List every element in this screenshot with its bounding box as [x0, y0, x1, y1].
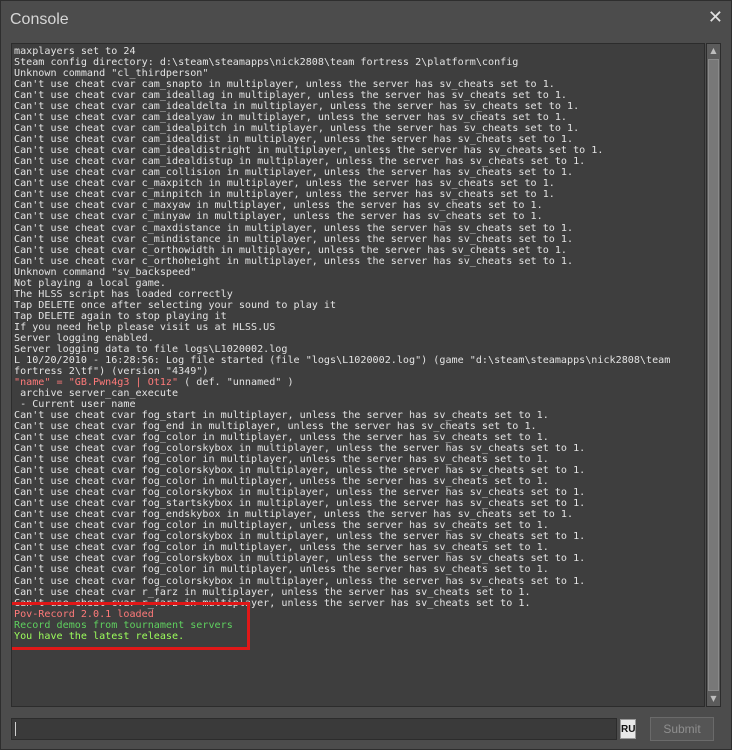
scroll-thumb[interactable] — [708, 59, 719, 691]
console-line: Can't use cheat cvar fog_colorskybox in … — [14, 575, 586, 587]
text-caret — [15, 722, 16, 736]
language-indicator: RU — [620, 719, 636, 739]
console-line: Can't use cheat cvar c_maxpitch in multi… — [14, 178, 555, 190]
console-line: Can't use cheat cvar c_orthowidth in mul… — [14, 244, 568, 256]
console-line: Can't use cheat cvar c_maxdistance in mu… — [14, 222, 574, 234]
console-line: "name" = "GB.Pwn4g3 | Ot1z" ( def. "unna… — [14, 377, 670, 388]
console-line: Can't use cheat cvar fog_start in multip… — [14, 410, 549, 422]
console-line: Can't use cheat cvar cam_idealpitch in m… — [14, 123, 580, 135]
console-line: Tap DELETE again to stop playing it — [14, 310, 227, 322]
console-line: Can't use cheat cvar c_mindistance in mu… — [14, 233, 574, 245]
scroll-down-icon[interactable]: ▼ — [707, 692, 720, 706]
console-line: maxplayers set to 24 — [14, 46, 136, 57]
console-line: Tap DELETE once after selecting your sou… — [14, 299, 337, 311]
console-line: Can't use cheat cvar cam_ideallag in mul… — [14, 90, 568, 102]
console-line: Can't use cheat cvar c_orthoheight in mu… — [14, 255, 574, 267]
console-line: If you need help please visit us at HLSS… — [14, 321, 276, 333]
console-line: Steam config directory: d:\steam\steamap… — [14, 57, 519, 69]
console-line: Can't use cheat cvar fog_startskybox in … — [14, 498, 586, 510]
console-line: Can't use cheat cvar fog_color in multip… — [14, 454, 549, 466]
console-line: Can't use cheat cvar cam_idealdistup in … — [14, 156, 586, 168]
console-line: Can't use cheat cvar fog_colorskybox in … — [14, 531, 586, 543]
window-title: Console — [10, 11, 69, 28]
console-line: Not playing a local game. — [14, 277, 166, 289]
console-line: Can't use cheat cvar c_minpitch in multi… — [14, 189, 555, 201]
console-line: Can't use cheat cvar fog_colorskybox in … — [14, 465, 586, 477]
console-line: Can't use cheat cvar c_maxyaw in multipl… — [14, 200, 543, 212]
console-lines: maxplayers set to 24 Steam config directo… — [14, 46, 670, 642]
console-line: Can't use cheat cvar fog_colorskybox in … — [14, 553, 586, 565]
console-line: Can't use cheat cvar fog_color in multip… — [14, 564, 549, 576]
console-line: archive server_can_execute — [14, 387, 179, 399]
output-scrollbar[interactable]: ▲ ▼ — [706, 43, 721, 707]
console-line: Can't use cheat cvar fog_color in multip… — [14, 542, 549, 554]
console-line: Can't use cheat cvar fog_endskybox in mu… — [14, 509, 574, 521]
console-line: Server logging data to file logs\L102000… — [14, 343, 288, 355]
console-window: Console ✕ maxplayers set to 24 Steam conf… — [0, 0, 732, 750]
console-output[interactable]: maxplayers set to 24 Steam config directo… — [11, 43, 705, 707]
console-line: Can't use cheat cvar fog_color in multip… — [14, 476, 549, 488]
console-line: Unknown command "sv_backspeed" — [14, 266, 197, 278]
console-line: - Current user name — [14, 399, 136, 410]
console-line: Can't use cheat cvar r_farz in multiplay… — [14, 586, 531, 598]
cvar-default: ( def. "unnamed" ) — [178, 376, 294, 388]
console-line: Unknown command "cl_thirdperson" — [14, 68, 209, 80]
console-line: Can't use cheat cvar cam_idealdist in mu… — [14, 134, 574, 146]
cvar-value: "name" = "GB.Pwn4g3 | Ot1z" — [14, 376, 179, 388]
console-line: Can't use cheat cvar fog_color in multip… — [14, 432, 549, 444]
console-line: The HLSS script has loaded correctly — [14, 288, 233, 300]
console-line: Can't use cheat cvar c_minyaw in multipl… — [14, 211, 543, 223]
console-line: fortress 2\tf") (version "4349") — [14, 365, 209, 377]
console-line: Can't use cheat cvar cam_idealdistright … — [14, 145, 604, 157]
close-icon[interactable]: ✕ — [708, 7, 723, 28]
submit-button[interactable]: Submit — [650, 717, 714, 741]
console-line: Can't use cheat cvar cam_snapto in multi… — [14, 79, 555, 91]
console-line: Can't use cheat cvar fog_colorskybox in … — [14, 443, 586, 455]
console-line: L 10/20/2010 - 16:28:56: Log file starte… — [14, 354, 671, 366]
console-line: Can't use cheat cvar cam_idealyaw in mul… — [14, 112, 568, 124]
console-line: Can't use cheat cvar fog_colorskybox in … — [14, 487, 586, 499]
scroll-up-icon[interactable]: ▲ — [707, 44, 720, 58]
console-line: Server logging enabled. — [14, 332, 154, 344]
command-input[interactable] — [11, 718, 617, 740]
highlight-box — [12, 602, 250, 650]
console-line: Can't use cheat cvar fog_color in multip… — [14, 520, 549, 532]
console-line: Can't use cheat cvar cam_idealdelta in m… — [14, 101, 580, 113]
console-line: Can't use cheat cvar fog_end in multipla… — [14, 421, 537, 433]
console-line: Can't use cheat cvar cam_collision in mu… — [14, 167, 574, 179]
